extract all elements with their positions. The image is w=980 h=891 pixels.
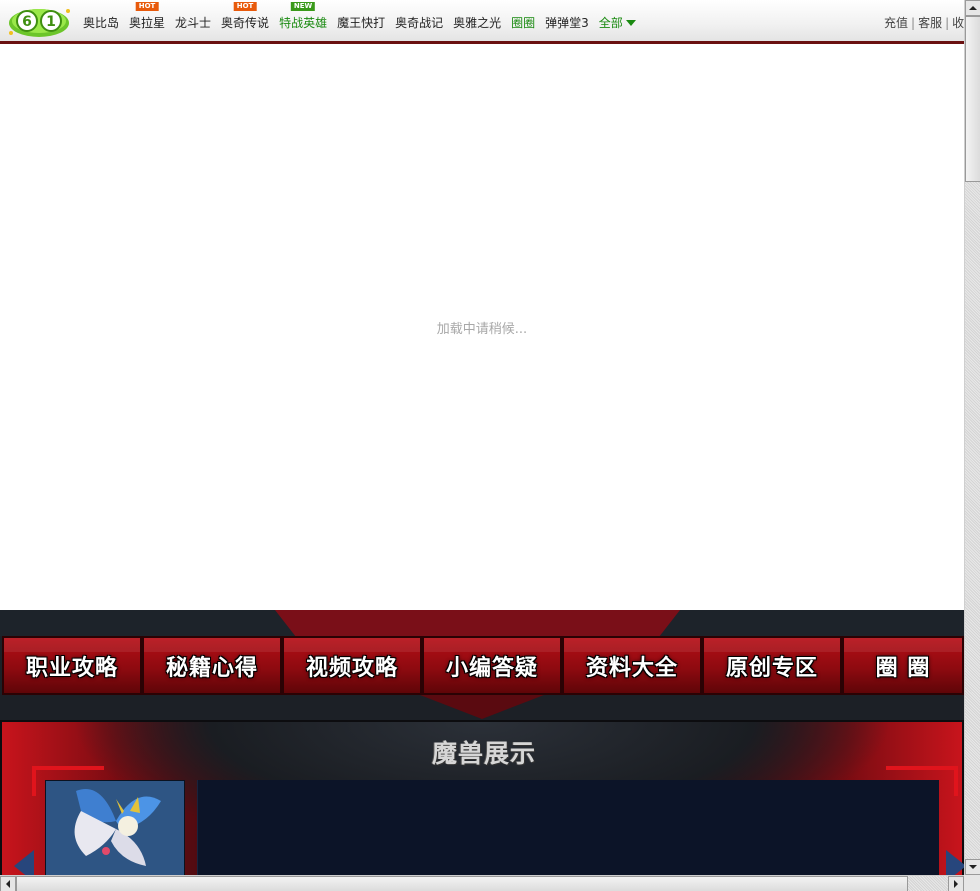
hot-badge: HOT xyxy=(233,2,257,11)
nav-aolaxing[interactable]: HOT 奥拉星 xyxy=(129,2,165,31)
arrow-left-icon xyxy=(6,880,10,888)
arrow-down-icon xyxy=(969,865,977,869)
new-badge: NEW xyxy=(290,2,316,11)
customer-service-link[interactable]: 客服 xyxy=(918,16,942,30)
divider: | xyxy=(911,16,916,30)
menu-original[interactable]: 原创专区 xyxy=(702,636,842,695)
header-banner xyxy=(275,610,680,636)
menu-editor-qa[interactable]: 小编答疑 xyxy=(422,636,562,695)
recharge-link[interactable]: 充值 xyxy=(884,16,908,30)
nav-aoqichuanshuo[interactable]: HOT 奥奇传说 xyxy=(221,2,269,31)
nav-all-dropdown[interactable]: 全部 xyxy=(599,15,636,31)
game-menu: 职业攻略 秘籍心得 视频攻略 小编答疑 资料大全 原创专区 圈 圈 xyxy=(2,636,964,695)
game-section: 职业攻略 秘籍心得 视频攻略 小编答疑 资料大全 原创专区 圈 圈 魔兽展示 xyxy=(0,610,964,875)
svg-text:1: 1 xyxy=(46,14,56,30)
scroll-down-button[interactable] xyxy=(965,859,980,875)
vertical-scroll-thumb[interactable] xyxy=(965,16,980,182)
prev-arrow-icon[interactable] xyxy=(14,850,34,875)
vertical-scrollbar[interactable] xyxy=(964,0,980,875)
scroll-right-button[interactable] xyxy=(948,876,964,891)
monster-showcase: 魔兽展示 xyxy=(0,720,964,875)
nav-tezhanyingxiong[interactable]: NEW 特战英雄 xyxy=(279,2,327,31)
arrow-up-icon xyxy=(969,6,977,10)
down-arrow-decoration xyxy=(420,695,544,719)
nav-aobidao[interactable]: 奥比岛 xyxy=(83,15,119,31)
site-logo[interactable]: 6 1 xyxy=(5,3,73,39)
horizontal-scrollbar[interactable] xyxy=(0,875,964,891)
menu-quanquan[interactable]: 圈 圈 xyxy=(842,636,964,695)
loading-text: 加载中请稍候... xyxy=(436,322,528,337)
showcase-title: 魔兽展示 xyxy=(431,739,536,768)
chevron-down-icon xyxy=(625,20,636,26)
arrow-right-icon xyxy=(954,880,958,888)
scrollbar-corner xyxy=(964,875,980,891)
nav-mowangkuaida[interactable]: 魔王快打 xyxy=(337,15,385,31)
monster-thumbnail[interactable] xyxy=(45,780,185,875)
game-nav: 奥比岛 HOT 奥拉星 龙斗士 HOT 奥奇传说 NEW 特战英雄 魔王快打 奥奇战记… xyxy=(83,2,646,31)
horizontal-scroll-thumb[interactable] xyxy=(16,876,908,891)
favorite-link[interactable]: 收 xyxy=(952,16,964,30)
nav-dandantang3[interactable]: 弹弹堂3 xyxy=(545,15,589,31)
svg-text:6: 6 xyxy=(22,14,32,30)
menu-career-guide[interactable]: 职业攻略 xyxy=(2,636,142,695)
top-nav-bar: 6 1 奥比岛 HOT 奥拉星 龙斗士 HOT 奥奇传说 NEW 特战英雄 魔王快打 … xyxy=(0,0,964,44)
nav-quanquan[interactable]: 圈圈 xyxy=(511,15,535,31)
menu-database[interactable]: 资料大全 xyxy=(562,636,702,695)
nav-aoyazhiguang[interactable]: 奥雅之光 xyxy=(453,15,501,31)
menu-tips[interactable]: 秘籍心得 xyxy=(142,636,282,695)
scroll-up-button[interactable] xyxy=(965,0,980,16)
nav-aoqizhanji[interactable]: 奥奇战记 xyxy=(395,15,443,31)
nav-longdoushi[interactable]: 龙斗士 xyxy=(175,15,211,31)
right-links: 充值 | 客服 | 收 xyxy=(884,15,964,31)
divider: | xyxy=(945,16,950,30)
next-arrow-icon[interactable] xyxy=(946,850,964,875)
hot-badge: HOT xyxy=(135,2,159,11)
monster-info-panel xyxy=(197,780,939,875)
scroll-left-button[interactable] xyxy=(0,876,16,891)
menu-video-guide[interactable]: 视频攻略 xyxy=(282,636,422,695)
